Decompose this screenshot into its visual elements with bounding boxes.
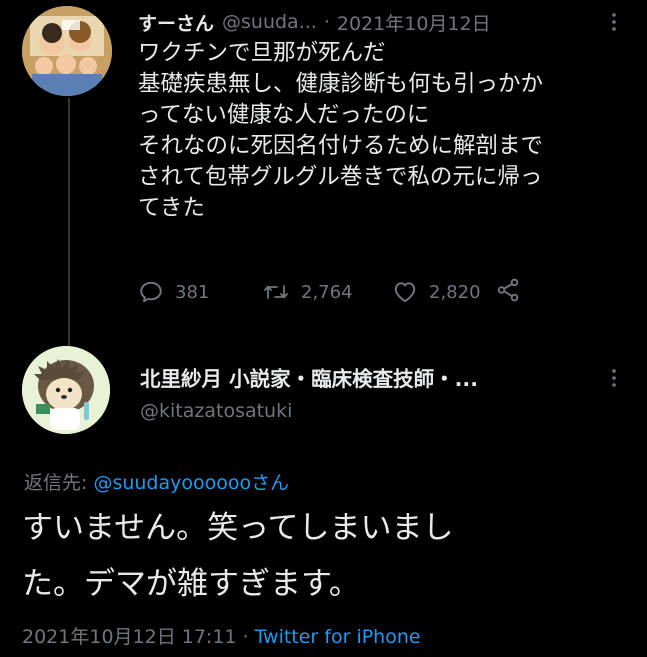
retweet-count: 2,764 [301, 281, 353, 303]
reply-to-suffix[interactable]: さん [251, 472, 289, 494]
retweet-button[interactable]: 2,764 [262, 279, 392, 305]
tweet1-display-name[interactable]: すーさん [138, 9, 214, 36]
heart-icon [392, 279, 418, 305]
tweet1-header: すーさん @suuda... · 2021年10月12日 [138, 6, 491, 38]
reply-button[interactable]: 381 [138, 279, 262, 305]
thread-connector-line [68, 98, 70, 350]
header-separator: · [323, 11, 330, 33]
tweet1-date[interactable]: 2021年10月12日 [337, 9, 491, 36]
tweet2-display-name[interactable]: 北里紗月 小説家・臨床検査技師・... [140, 362, 478, 392]
tweet1-action-bar: 381 2,764 2,820 [138, 274, 521, 310]
retweet-icon [262, 279, 290, 305]
reply-to-line: 返信先: @suudayooooooさん [24, 468, 289, 495]
footer-separator: · [242, 626, 249, 648]
share-icon[interactable] [495, 277, 521, 308]
tweet1-handle[interactable]: @suuda... [222, 11, 317, 33]
reply-icon [138, 279, 164, 305]
more-options-icon[interactable] [604, 12, 624, 32]
avatar-family-illustration-icon[interactable] [22, 6, 112, 96]
tweet2-handle[interactable]: @kitazatosatuki [140, 400, 292, 422]
reply-to-prefix: 返信先: [24, 472, 94, 494]
like-count: 2,820 [429, 281, 481, 303]
reply-count: 381 [175, 281, 210, 303]
tweet2-text: すいません。笑ってしまいまし た。デマが雑すぎます。 [22, 510, 454, 602]
tweet2-timestamp[interactable]: 2021年10月12日 17:11 [22, 626, 237, 648]
tweet2-footer: 2021年10月12日 17:11 · Twitter for iPhone [22, 622, 421, 649]
like-button[interactable]: 2,820 [392, 279, 481, 305]
more-options-icon[interactable] [604, 368, 624, 388]
avatar-hedgehog-illustration-icon[interactable] [22, 346, 110, 434]
tweet2-source-link[interactable]: Twitter for iPhone [255, 626, 421, 648]
reply-to-handle-link[interactable]: @suudayoooooo [93, 472, 251, 494]
tweet1-text: ワクチンで旦那が死んだ 基礎疾患無し、健康診断も何も引っかか ってない健康な人だ… [138, 40, 544, 221]
